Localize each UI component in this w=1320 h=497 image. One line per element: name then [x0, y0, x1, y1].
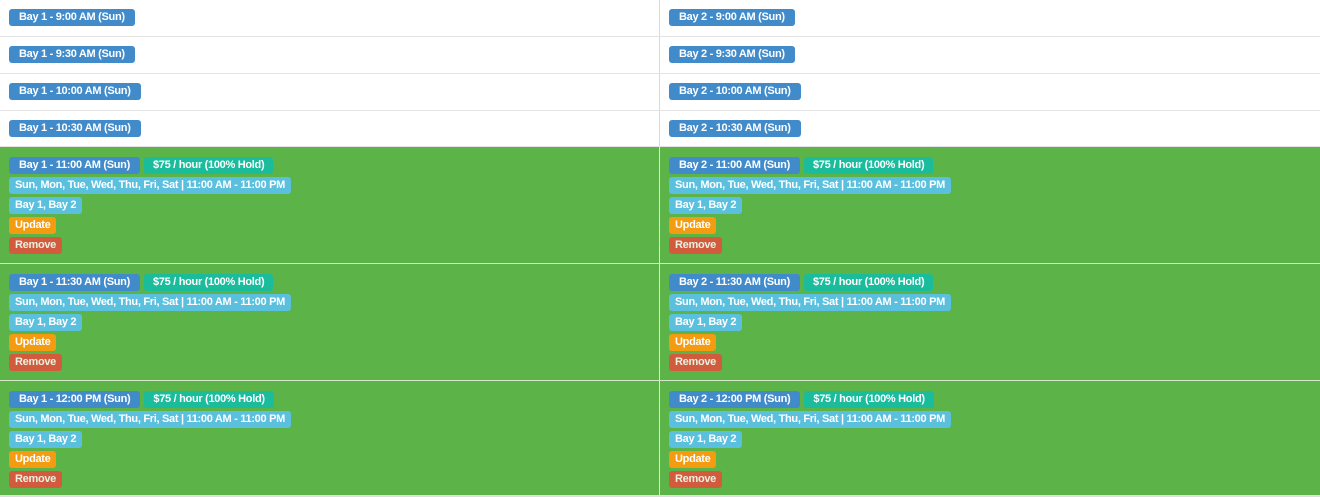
remove-button[interactable]: Remove	[669, 237, 722, 255]
bays-label: Bay 1, Bay 2	[669, 313, 743, 331]
slot-row: Bay 1 - 10:00 AM (Sun) Bay 2 - 10:00 AM …	[0, 73, 1320, 111]
slot-time-label: Bay 2 - 11:00 AM (Sun)	[669, 157, 800, 175]
slot-row: Bay 1 - 10:30 AM (Sun) Bay 2 - 10:30 AM …	[0, 110, 1320, 148]
booked-slot-cell-bay-1: Bay 1 - 11:00 AM (Sun) $75 / hour (100% …	[0, 147, 660, 263]
slot-cell-bay-2[interactable]: Bay 2 - 9:00 AM (Sun)	[660, 0, 1320, 36]
bays-label: Bay 1, Bay 2	[9, 313, 83, 331]
price-label: $75 / hour (100% Hold)	[144, 390, 274, 408]
slot-time-label: Bay 1 - 9:30 AM (Sun)	[9, 45, 135, 63]
schedule-label: Sun, Mon, Tue, Wed, Thu, Fri, Sat | 11:0…	[9, 293, 291, 311]
slot-time-label: Bay 2 - 11:30 AM (Sun)	[669, 273, 800, 291]
bays-label: Bay 1, Bay 2	[9, 197, 83, 215]
price-label: $75 / hour (100% Hold)	[803, 157, 934, 175]
slot-row-booked: Bay 1 - 11:30 AM (Sun) $75 / hour (100% …	[0, 263, 1320, 381]
slot-time-label: Bay 1 - 11:00 AM (Sun)	[9, 157, 140, 175]
slot-row: Bay 1 - 9:00 AM (Sun) Bay 2 - 9:00 AM (S…	[0, 0, 1320, 37]
schedule-label: Sun, Mon, Tue, Wed, Thu, Fri, Sat | 11:0…	[9, 410, 291, 428]
price-label: $75 / hour (100% Hold)	[803, 273, 934, 291]
slot-cell-bay-1[interactable]: Bay 1 - 10:30 AM (Sun)	[0, 110, 660, 147]
booked-slot-cell-bay-1: Bay 1 - 12:00 PM (Sun) $75 / hour (100% …	[0, 380, 660, 496]
bay-schedule-grid: Bay 1 - 9:00 AM (Sun) Bay 2 - 9:00 AM (S…	[0, 0, 1320, 497]
slot-row: Bay 1 - 9:30 AM (Sun) Bay 2 - 9:30 AM (S…	[0, 36, 1320, 74]
update-button[interactable]: Update	[9, 450, 57, 468]
schedule-label: Sun, Mon, Tue, Wed, Thu, Fri, Sat | 11:0…	[669, 293, 951, 311]
slot-time-label: Bay 2 - 9:00 AM (Sun)	[669, 9, 795, 26]
slot-row-booked: Bay 1 - 12:00 PM (Sun) $75 / hour (100% …	[0, 380, 1320, 497]
price-label: $75 / hour (100% Hold)	[143, 273, 274, 291]
slot-time-label: Bay 2 - 9:30 AM (Sun)	[669, 45, 795, 63]
bays-label: Bay 1, Bay 2	[9, 430, 83, 448]
slot-cell-bay-1[interactable]: Bay 1 - 9:00 AM (Sun)	[0, 0, 660, 36]
schedule-label: Sun, Mon, Tue, Wed, Thu, Fri, Sat | 11:0…	[669, 410, 951, 428]
price-label: $75 / hour (100% Hold)	[804, 390, 934, 408]
remove-button[interactable]: Remove	[9, 353, 62, 371]
remove-button[interactable]: Remove	[669, 470, 722, 488]
booked-slot-cell-bay-2: Bay 2 - 12:00 PM (Sun) $75 / hour (100% …	[660, 380, 1320, 496]
schedule-label: Sun, Mon, Tue, Wed, Thu, Fri, Sat | 11:0…	[669, 177, 951, 195]
slot-time-label: Bay 1 - 12:00 PM (Sun)	[9, 390, 141, 408]
booked-slot-cell-bay-2: Bay 2 - 11:30 AM (Sun) $75 / hour (100% …	[660, 263, 1320, 380]
update-button[interactable]: Update	[9, 333, 57, 351]
slot-time-label: Bay 2 - 10:30 AM (Sun)	[669, 119, 801, 137]
slot-time-label: Bay 1 - 11:30 AM (Sun)	[9, 273, 140, 291]
slot-cell-bay-2[interactable]: Bay 2 - 10:00 AM (Sun)	[660, 74, 1320, 110]
remove-button[interactable]: Remove	[669, 353, 722, 371]
slot-time-label: Bay 1 - 10:00 AM (Sun)	[9, 82, 141, 100]
slot-cell-bay-1[interactable]: Bay 1 - 10:00 AM (Sun)	[0, 73, 660, 110]
slot-cell-bay-1[interactable]: Bay 1 - 9:30 AM (Sun)	[0, 36, 660, 73]
slot-row-booked: Bay 1 - 11:00 AM (Sun) $75 / hour (100% …	[0, 147, 1320, 264]
price-label: $75 / hour (100% Hold)	[143, 157, 274, 175]
slot-cell-bay-2[interactable]: Bay 2 - 9:30 AM (Sun)	[660, 37, 1320, 73]
bays-label: Bay 1, Bay 2	[669, 430, 743, 448]
slot-time-label: Bay 1 - 10:30 AM (Sun)	[9, 119, 141, 137]
update-button[interactable]: Update	[669, 450, 717, 468]
remove-button[interactable]: Remove	[9, 237, 62, 255]
schedule-label: Sun, Mon, Tue, Wed, Thu, Fri, Sat | 11:0…	[9, 177, 291, 195]
update-button[interactable]: Update	[669, 333, 717, 351]
bays-label: Bay 1, Bay 2	[669, 197, 743, 215]
slot-cell-bay-2[interactable]: Bay 2 - 10:30 AM (Sun)	[660, 111, 1320, 147]
update-button[interactable]: Update	[669, 217, 717, 235]
remove-button[interactable]: Remove	[9, 470, 62, 488]
slot-time-label: Bay 2 - 10:00 AM (Sun)	[669, 82, 801, 100]
update-button[interactable]: Update	[9, 217, 57, 235]
booked-slot-cell-bay-1: Bay 1 - 11:30 AM (Sun) $75 / hour (100% …	[0, 263, 660, 380]
slot-time-label: Bay 1 - 9:00 AM (Sun)	[9, 9, 135, 26]
booked-slot-cell-bay-2: Bay 2 - 11:00 AM (Sun) $75 / hour (100% …	[660, 147, 1320, 263]
slot-time-label: Bay 2 - 12:00 PM (Sun)	[669, 390, 801, 408]
